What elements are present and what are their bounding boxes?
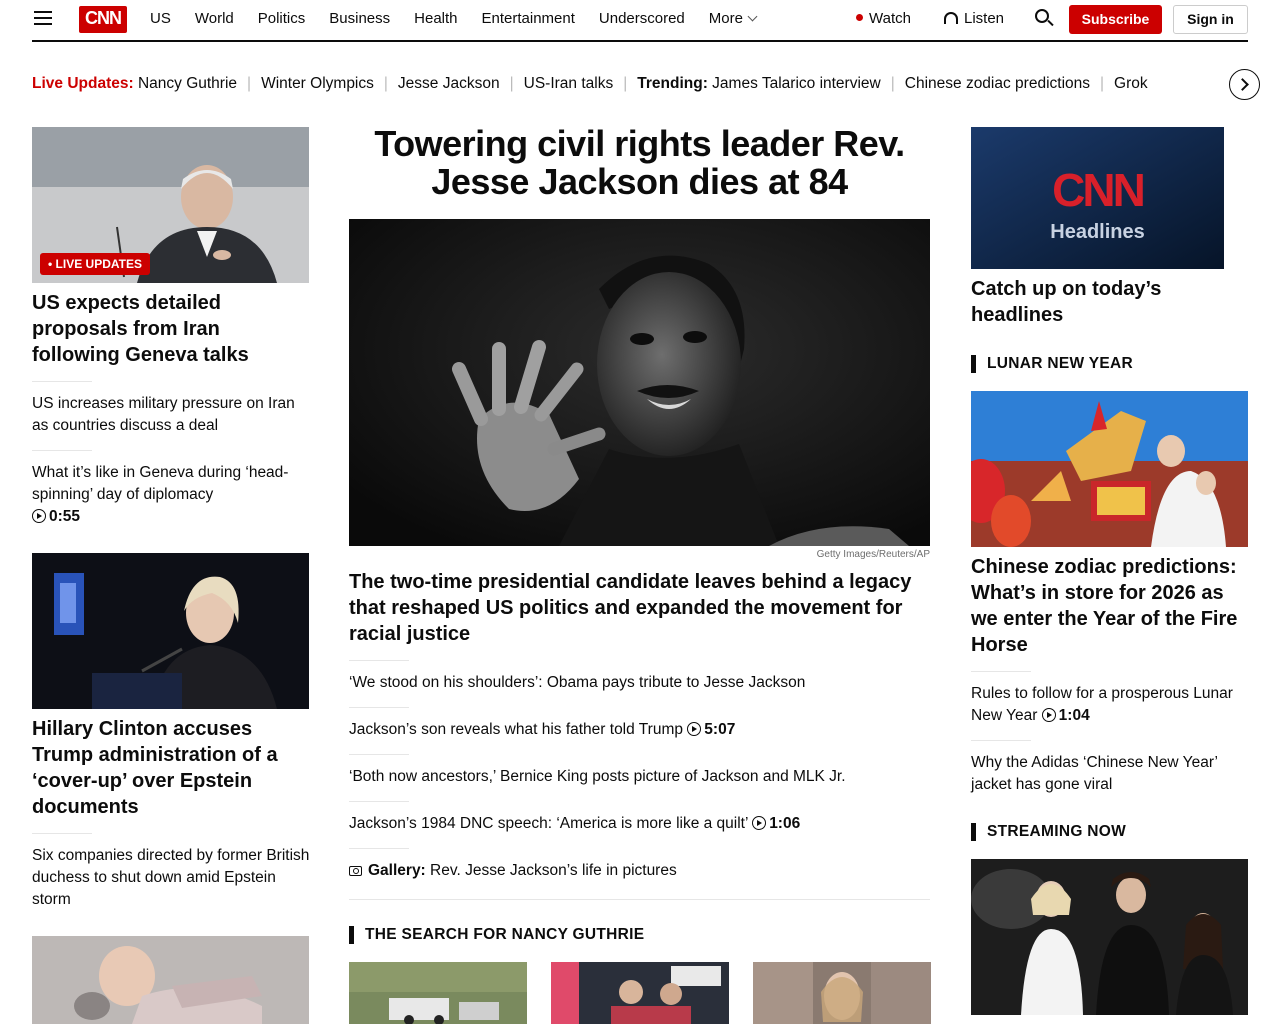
- header-divider: [32, 40, 1248, 42]
- listen-label: Listen: [964, 10, 1005, 27]
- ticker-item-nancy-guthrie[interactable]: Nancy Guthrie: [138, 75, 237, 92]
- promo-headline[interactable]: Catch up on today’s headlines: [971, 276, 1248, 328]
- chevron-down-icon: [747, 11, 758, 22]
- divider: [32, 833, 92, 834]
- nav-world[interactable]: World: [195, 10, 234, 28]
- son-reveals-text: Jackson’s son reveals what his father to…: [349, 721, 683, 738]
- divider: [349, 848, 409, 849]
- play-icon: [687, 722, 702, 736]
- clinton-headline[interactable]: Hillary Clinton accuses Trump administra…: [32, 716, 312, 820]
- divider: [32, 450, 92, 451]
- lead-story-title[interactable]: Towering civil rights leader Rev. Jesse …: [349, 125, 930, 201]
- live-updates-ticker: Live Updates: Nancy Guthrie | Winter Olymp…: [32, 75, 1148, 92]
- son-reveals-link[interactable]: Jackson’s son reveals what his father to…: [349, 719, 939, 741]
- promo-cnn-logo: CNN: [1052, 164, 1146, 216]
- menu-icon[interactable]: [34, 11, 52, 27]
- video-duration: 1:06: [769, 815, 801, 832]
- site-header: CNN US World Politics Business Health En…: [0, 0, 1280, 42]
- bernice-king-text: ‘Both now ancestors,’ Bernice King posts…: [349, 768, 846, 785]
- nav-more[interactable]: More: [708, 10, 758, 28]
- cnn-headlines-promo[interactable]: CNN Headlines: [971, 127, 1224, 269]
- live-updates-badge: • LIVE UPDATES: [40, 253, 150, 275]
- video-duration: 1:04: [1058, 707, 1090, 724]
- guthrie-thumb-3[interactable]: [753, 962, 931, 1024]
- gallery-label: Gallery:: [368, 862, 426, 879]
- ticker-item-grok[interactable]: Grok: [1114, 75, 1148, 92]
- listen-button[interactable]: Listen: [944, 10, 1004, 28]
- trending-label: Trending:: [637, 75, 708, 92]
- divider: [32, 381, 92, 382]
- ticker-item-us-iran-talks[interactable]: US-Iran talks: [524, 75, 614, 92]
- dnc-speech-link[interactable]: Jackson’s 1984 DNC speech: ‘America is m…: [349, 813, 939, 835]
- search-icon[interactable]: [1035, 9, 1054, 27]
- nav-us[interactable]: US: [150, 10, 171, 28]
- promo-headlines-label: Headlines: [1050, 221, 1145, 243]
- obama-tribute-text: ‘We stood on his shoulders’: Obama pays …: [349, 674, 806, 691]
- guthrie-thumb-2[interactable]: [551, 962, 729, 1024]
- nav-health[interactable]: Health: [414, 10, 457, 28]
- logo-text: CNN: [85, 8, 122, 28]
- iran-talks-image[interactable]: • LIVE UPDATES: [32, 127, 309, 283]
- subscribe-button[interactable]: Subscribe: [1069, 5, 1162, 34]
- divider: [971, 740, 1031, 741]
- nav-business[interactable]: Business: [329, 10, 390, 28]
- ticker-item-jesse-jackson[interactable]: Jesse Jackson: [398, 75, 500, 92]
- video-duration: 0:55: [49, 508, 81, 525]
- chevron-right-icon: [1236, 78, 1249, 91]
- ticker-item-talarico[interactable]: James Talarico interview: [712, 75, 881, 92]
- live-dot-icon: [856, 14, 863, 21]
- clinton-image[interactable]: [32, 553, 309, 709]
- camera-icon: [349, 866, 362, 876]
- gallery-link[interactable]: Gallery: Rev. Jesse Jackson’s life in pi…: [349, 860, 939, 882]
- iran-headline[interactable]: US expects detailed proposals from Iran …: [32, 290, 312, 368]
- obama-tribute-link[interactable]: ‘We stood on his shoulders’: Obama pays …: [349, 672, 939, 694]
- headphones-icon: [944, 12, 958, 24]
- nav-politics[interactable]: Politics: [258, 10, 306, 28]
- divider: [349, 707, 409, 708]
- divider: [349, 754, 409, 755]
- sign-in-button[interactable]: Sign in: [1173, 5, 1248, 34]
- watch-label: Watch: [869, 10, 911, 27]
- main-nav: US World Politics Business Health Entert…: [150, 10, 780, 28]
- guthrie-thumb-1[interactable]: [349, 962, 527, 1024]
- lunar-rules-text: Rules to follow for a prosperous Lunar N…: [971, 685, 1233, 724]
- section-header-nancy-guthrie: THE SEARCH FOR NANCY GUTHRIE: [349, 926, 644, 944]
- ticker-item-winter-olympics[interactable]: Winter Olympics: [261, 75, 374, 92]
- ticker-item-zodiac[interactable]: Chinese zodiac predictions: [905, 75, 1090, 92]
- baby-image[interactable]: [32, 936, 309, 1024]
- gallery-text: Rev. Jesse Jackson’s life in pictures: [430, 862, 677, 879]
- iran-link-military-pressure[interactable]: US increases military pressure on Iran a…: [32, 393, 307, 437]
- nav-underscored[interactable]: Underscored: [599, 10, 685, 28]
- divider: [349, 801, 409, 802]
- play-icon: [752, 816, 767, 830]
- divider: [349, 660, 409, 661]
- video-duration: 5:07: [704, 721, 736, 738]
- nav-entertainment[interactable]: Entertainment: [482, 10, 575, 28]
- streaming-image[interactable]: [971, 859, 1248, 1015]
- adidas-jacket-link[interactable]: Why the Adidas ‘Chinese New Year’ jacket…: [971, 752, 1248, 796]
- section-header-lunar-new-year: LUNAR NEW YEAR: [971, 355, 1133, 373]
- zodiac-headline[interactable]: Chinese zodiac predictions: What’s in st…: [971, 554, 1248, 658]
- clinton-link-duchess[interactable]: Six companies directed by former British…: [32, 845, 310, 911]
- image-credit: Getty Images/Reuters/AP: [816, 549, 930, 560]
- section-divider: [349, 899, 930, 900]
- play-icon: [32, 509, 46, 523]
- live-updates-label: Live Updates:: [32, 75, 134, 92]
- bernice-king-link[interactable]: ‘Both now ancestors,’ Bernice King posts…: [349, 766, 939, 788]
- lunar-rules-link[interactable]: Rules to follow for a prosperous Lunar N…: [971, 683, 1248, 727]
- nav-more-label: More: [708, 10, 743, 27]
- play-icon: [1041, 708, 1056, 722]
- ticker-fade: [1180, 70, 1230, 100]
- watch-button[interactable]: Watch: [856, 10, 911, 28]
- lead-story-subhead[interactable]: The two-time presidential candidate leav…: [349, 569, 934, 647]
- lunar-new-year-image[interactable]: [971, 391, 1248, 547]
- jesse-jackson-image[interactable]: [349, 219, 930, 546]
- geneva-link-text: What it’s like in Geneva during ‘head-sp…: [32, 464, 289, 503]
- divider: [971, 671, 1031, 672]
- ticker-next-button[interactable]: [1229, 69, 1260, 100]
- iran-link-geneva[interactable]: What it’s like in Geneva during ‘head-sp…: [32, 462, 307, 528]
- cnn-logo[interactable]: CNN: [79, 6, 127, 33]
- section-header-streaming-now: STREAMING NOW: [971, 823, 1126, 841]
- dnc-speech-text: Jackson’s 1984 DNC speech: ‘America is m…: [349, 815, 748, 832]
